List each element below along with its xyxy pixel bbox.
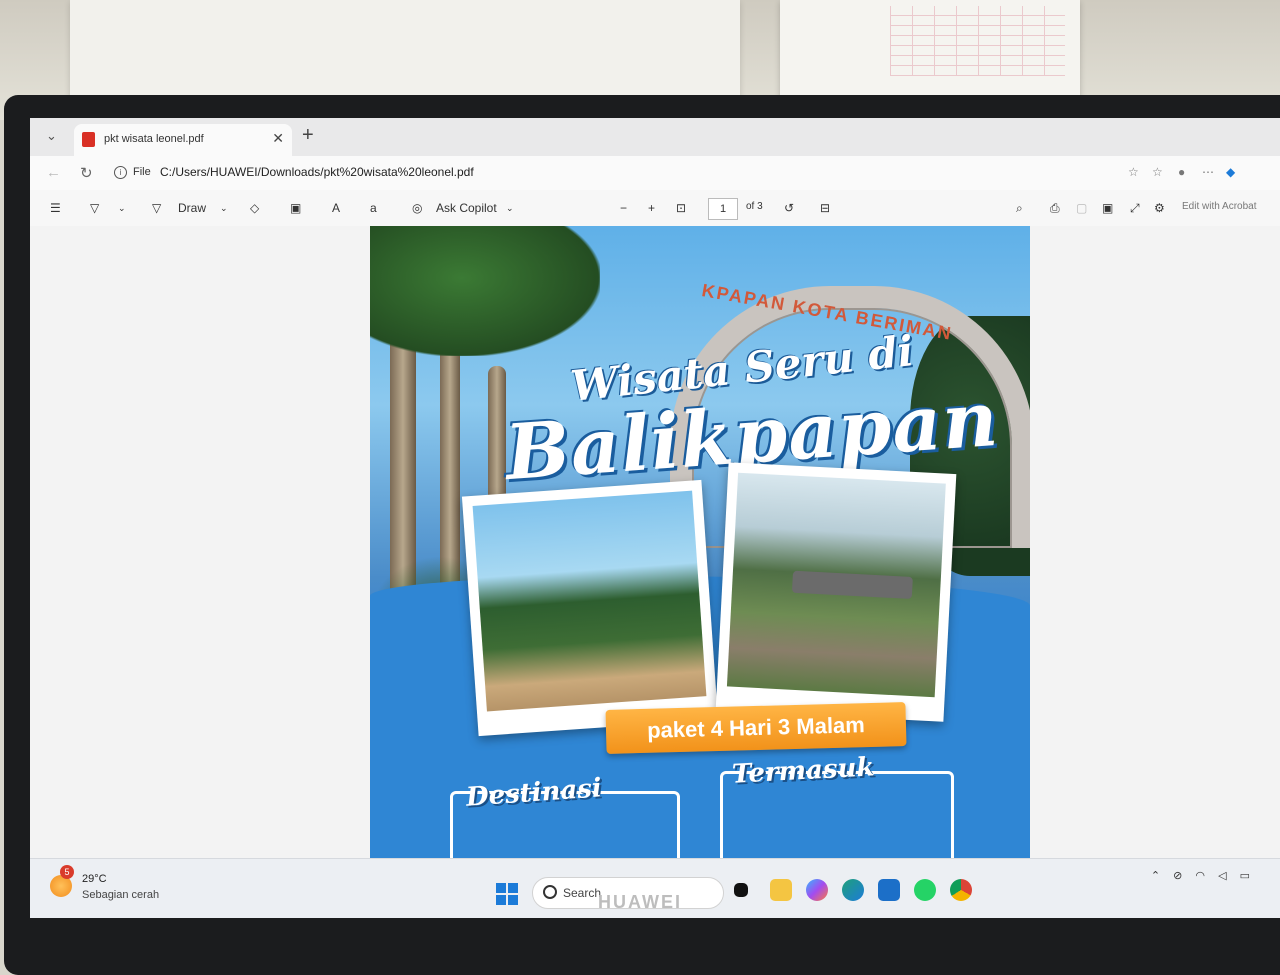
wall-paper [70,0,740,100]
palm-canopy [370,226,600,356]
draw-chevron-icon[interactable]: ⌄ [220,203,228,214]
wifi-icon[interactable]: ◠ [1195,870,1205,882]
read-aloud-icon[interactable]: A [332,201,340,215]
page-number-input[interactable]: 1 [708,198,738,220]
tray-network-off-icon[interactable]: ⊘ [1173,870,1182,882]
park-photo [715,462,957,722]
favorites-icon[interactable]: ☆ [1152,165,1163,179]
save-as-icon[interactable]: ▣ [1102,201,1113,215]
package-badge: paket 4 Hari 3 Malam [605,702,907,754]
beach-photo-image [472,490,707,712]
settings-icon[interactable]: ⚙ [1154,201,1165,215]
weather-temperature: 29°C [82,873,107,885]
system-tray: ⌃ ⊘ ◠ ◁ ▭ [1141,869,1250,882]
page-view-icon[interactable]: ⊟ [820,201,830,215]
eraser-icon[interactable]: ◇ [250,201,259,215]
star-icon[interactable]: ☆ [1128,165,1139,179]
poster-page: KPAPAN KOTA BERIMAN Wisata Seru di Balik… [370,226,1030,866]
highlight-icon[interactable]: ▽ [90,201,99,215]
refresh-icon[interactable]: ↻ [80,164,93,182]
page-total: of 3 [746,201,763,212]
screen: ⌄ pkt wisata leonel.pdf ✕ + ← ↻ i File C… [30,118,1280,918]
copilot-icon[interactable]: ◆ [1226,165,1235,179]
new-tab-plus-icon[interactable]: + [302,124,314,147]
copilot-chevron-icon[interactable]: ⌄ [506,203,514,214]
draw-icon[interactable]: ▽ [152,201,161,215]
search-pdf-icon[interactable]: ⌕ [1016,201,1023,216]
back-arrow-icon[interactable]: ← [46,164,61,181]
more-menu-icon[interactable]: ⋯ [1202,165,1214,179]
tab-actions-chevron-icon[interactable]: ⌄ [46,128,57,144]
print-icon[interactable]: ⎙ [1050,201,1060,216]
tray-chevron-icon[interactable]: ⌃ [1151,870,1160,882]
wall-calendar [780,0,1080,105]
zoom-in-icon[interactable]: + [648,201,655,215]
save-icon[interactable]: ▢ [1076,201,1087,215]
translate-icon[interactable]: a [370,201,377,215]
tab-bar: ⌄ pkt wisata leonel.pdf ✕ + [30,118,1280,156]
draw-button[interactable]: Draw [178,201,206,215]
contents-icon[interactable]: ☰ [50,201,61,215]
calendar-grid [890,6,1065,76]
scheme-label: File [133,166,151,178]
edit-with-acrobat-button[interactable]: Edit with Acrobat [1182,201,1256,212]
info-icon[interactable]: i [114,166,127,179]
tab-title: pkt wisata leonel.pdf [104,133,204,145]
park-photo-image [726,472,946,698]
profile-avatar-icon[interactable]: ● [1178,165,1185,179]
address-bar: ← ↻ i File C:/Users/HUAWEI/Downloads/pkt… [30,156,1280,191]
url-input[interactable]: C:/Users/HUAWEI/Downloads/pkt%20wisata%2… [160,165,474,179]
volume-icon[interactable]: ◁ [1218,870,1226,882]
expand-icon[interactable]: ⤢ [1130,201,1140,216]
text-box-icon[interactable]: ▣ [290,201,301,215]
zoom-out-icon[interactable]: − [620,201,627,215]
fit-page-icon[interactable]: ⊡ [676,201,686,215]
monitor-brand-logo: HUAWEI [598,892,682,912]
tab-pdf[interactable]: pkt wisata leonel.pdf ✕ [74,124,292,156]
weather-notification-badge: 5 [60,865,74,879]
close-tab-icon[interactable]: ✕ [272,130,284,147]
pdf-toolbar: ☰ ▽ ⌄ ▽ Draw ⌄ ◇ ▣ A a ◎ Ask Copilot ⌄ −… [30,190,1280,227]
pdf-file-icon [82,132,95,147]
pdf-viewport[interactable]: KPAPAN KOTA BERIMAN Wisata Seru di Balik… [30,226,1280,866]
beach-photo [461,479,719,737]
rotate-icon[interactable]: ↺ [784,201,794,215]
ask-copilot-button[interactable]: Ask Copilot [436,201,497,215]
copilot-small-icon[interactable]: ◎ [412,201,422,215]
battery-icon[interactable]: ▭ [1240,870,1250,882]
highlight-chevron-icon[interactable]: ⌄ [118,203,126,214]
park-sign [791,570,913,599]
